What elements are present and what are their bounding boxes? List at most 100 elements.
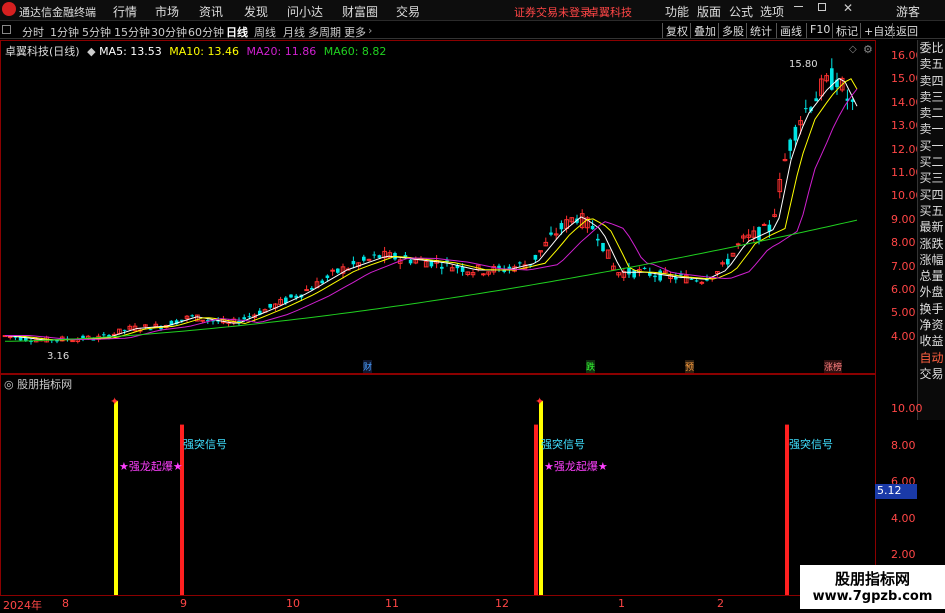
side-menu-item[interactable]: 总量 — [918, 268, 945, 284]
menu-trade[interactable]: 交易 — [396, 3, 420, 20]
checkbox-icon[interactable] — [2, 25, 11, 34]
menu-hangqing[interactable]: 行情 — [113, 3, 137, 20]
side-bottom-item[interactable]: 交易 — [918, 366, 945, 382]
tf-30min[interactable]: 30分钟 — [151, 24, 187, 40]
candle-body — [627, 267, 631, 275]
tf-weekly[interactable]: 周线 — [254, 24, 276, 40]
candle-body — [481, 273, 486, 276]
side-menu-item[interactable]: 换手 — [918, 301, 945, 317]
date-label: 10 — [286, 597, 300, 610]
btn-stats[interactable]: 统计 — [746, 23, 772, 38]
side-menu-item[interactable]: 卖四 — [918, 73, 945, 89]
candle-body — [653, 275, 657, 278]
login-warning[interactable]: 证券交易未登录 — [514, 4, 591, 20]
event-marker-limit-up[interactable]: 涨榜 — [824, 360, 843, 373]
app-title: 通达信金融终端 — [19, 6, 96, 19]
tf-daily[interactable]: 日线 — [226, 24, 248, 40]
menu-market[interactable]: 市场 — [155, 3, 179, 20]
candle-body — [694, 280, 699, 282]
side-menu-item[interactable]: 卖五 — [918, 56, 945, 72]
btn-multi-stock[interactable]: 多股 — [718, 23, 744, 38]
menu-wealth[interactable]: 财富圈 — [342, 3, 378, 20]
minimize-icon[interactable] — [794, 6, 803, 7]
tf-multi[interactable]: 多周期 — [308, 24, 341, 40]
btn-add-favorite[interactable]: +自选 — [860, 23, 895, 38]
side-menu-item[interactable]: 涨幅 — [918, 252, 945, 268]
watermark-logo: 股朋指标网 www.7gpzb.com — [800, 565, 945, 609]
candle-body — [549, 232, 553, 235]
candle-body — [336, 268, 340, 273]
btn-mark[interactable]: 标记 — [832, 23, 858, 38]
side-menu-item[interactable]: 涨跌 — [918, 236, 945, 252]
indicator-tick: 8.00 — [891, 438, 916, 452]
chevron-right-icon[interactable]: › — [368, 24, 372, 37]
candle-body — [102, 334, 106, 336]
close-icon[interactable]: ✕ — [843, 1, 853, 15]
side-menu-item[interactable]: 卖一 — [918, 121, 945, 137]
side-menu-item[interactable]: 净资 — [918, 317, 945, 333]
candle-body — [242, 317, 246, 320]
candle-body — [497, 265, 501, 269]
side-menu-item[interactable]: 买三 — [918, 170, 945, 186]
menu-ask[interactable]: 问小达 — [287, 3, 323, 20]
candlestick-chart[interactable] — [1, 41, 875, 373]
date-label: 11 — [385, 597, 399, 610]
side-menu-item[interactable]: 买五 — [918, 203, 945, 219]
tf-60min[interactable]: 60分钟 — [188, 24, 224, 40]
guest-button[interactable]: 游客 — [896, 3, 920, 20]
side-menu-item[interactable]: 买一 — [918, 138, 945, 154]
menu-discover[interactable]: 发现 — [244, 3, 268, 20]
side-menu-item[interactable]: 买四 — [918, 187, 945, 203]
main-chart-panel[interactable]: 卓翼科技(日线) ◆ MA5: 13.53 MA10: 13.46 MA20: … — [0, 40, 876, 374]
menu-layout[interactable]: 版面 — [697, 3, 721, 20]
signal-label-dragon-1: ★强龙起爆★ — [119, 460, 183, 473]
indicator-chart-panel[interactable]: ◎ 股朋指标网 ✦ ✦ 强突信号 ★强龙起爆★ 强突信号 ★强龙起爆★ 强突信号 — [0, 374, 876, 596]
candle-body — [200, 319, 205, 322]
candle-body — [7, 336, 13, 339]
side-menu-item[interactable]: 卖三 — [918, 89, 945, 105]
indicator-bars: ✦ ✦ — [110, 395, 789, 595]
candle-body — [518, 262, 522, 264]
indicator-tick: 2.00 — [891, 548, 916, 561]
btn-draw[interactable]: 画线 — [776, 23, 802, 38]
event-marker-drop[interactable]: 跌 — [586, 360, 596, 373]
menu-options[interactable]: 选项 — [760, 3, 784, 20]
candle-body — [372, 254, 376, 256]
watermark-title: 股朋指标网 — [834, 570, 910, 588]
side-menu-item[interactable]: 收益 — [918, 333, 945, 349]
watermark-url: www.7gpzb.com — [812, 589, 933, 604]
date-axis: 2024年89101112123 — [0, 595, 875, 612]
btn-back[interactable]: 返回 — [892, 23, 918, 38]
candle-body — [590, 225, 595, 230]
candle-body — [699, 281, 705, 284]
side-menu-item[interactable]: 委比 — [918, 40, 945, 56]
maximize-icon[interactable] — [818, 3, 826, 11]
side-menu-item[interactable]: 买二 — [918, 154, 945, 170]
btn-fuquan[interactable]: 复权 — [662, 23, 688, 38]
tf-timeshare[interactable]: 分时 — [22, 24, 44, 40]
event-marker-forecast[interactable]: 预 — [685, 360, 695, 373]
event-marker-finance[interactable]: 财 — [363, 360, 373, 373]
tf-1min[interactable]: 1分钟 — [50, 24, 79, 40]
candle-body — [735, 243, 741, 246]
side-bottom-item[interactable]: 自动 — [918, 350, 945, 366]
price-tick: 5.00 — [891, 306, 916, 320]
menu-news[interactable]: 资讯 — [199, 3, 223, 20]
tf-more[interactable]: 更多 — [344, 24, 366, 40]
tf-15min[interactable]: 15分钟 — [114, 24, 150, 40]
side-menu-item[interactable]: 卖二 — [918, 105, 945, 121]
side-menu-item[interactable]: 最新 — [918, 219, 945, 235]
candle-body — [814, 98, 818, 102]
current-indicator-value: 5.12 — [875, 484, 917, 499]
side-menu-item[interactable]: 外盘 — [918, 284, 945, 300]
btn-f10[interactable]: F10 — [806, 23, 830, 38]
btn-overlay[interactable]: 叠加 — [690, 23, 716, 38]
candle-body — [55, 340, 59, 342]
menu-formula[interactable]: 公式 — [729, 3, 753, 20]
tf-5min[interactable]: 5分钟 — [82, 24, 111, 40]
price-tick: 6.00 — [891, 283, 916, 296]
candle-body — [268, 303, 272, 308]
tf-monthly[interactable]: 月线 — [283, 24, 305, 40]
candle-body — [70, 340, 75, 343]
menu-function[interactable]: 功能 — [665, 3, 689, 20]
